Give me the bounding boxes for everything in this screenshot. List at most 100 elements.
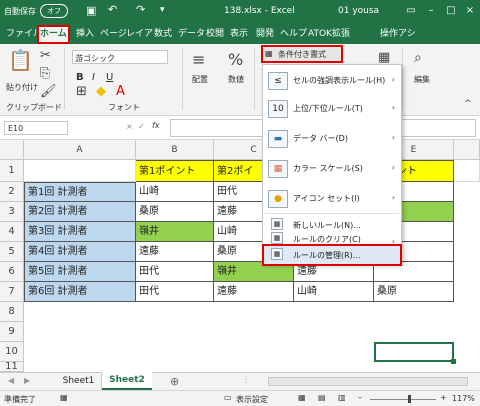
zoom-slider-thumb[interactable]: [408, 395, 411, 403]
cell-e7[interactable]: 桑原: [374, 282, 454, 302]
cell-a2[interactable]: 第1回 計測者: [24, 182, 136, 202]
enter-icon[interactable]: ✓: [138, 122, 145, 131]
cell-b2[interactable]: 山崎: [136, 182, 214, 202]
paste-label[interactable]: 貼り付け: [6, 82, 38, 93]
cell-b5[interactable]: 遠藤: [136, 242, 214, 262]
collapse-ribbon-icon[interactable]: ^: [464, 96, 472, 112]
tab-review[interactable]: 校閲: [204, 26, 226, 43]
cell-a7[interactable]: 第6回 計測者: [24, 282, 136, 302]
row-header-8[interactable]: 8: [0, 302, 24, 322]
fill-handle[interactable]: [451, 359, 456, 364]
autosave-toggle[interactable]: オフ: [40, 4, 68, 18]
row-header-6[interactable]: 6: [0, 262, 24, 282]
undo-icon[interactable]: ↶: [108, 3, 117, 16]
scroll-left-icon[interactable]: ◀: [8, 376, 14, 385]
cell-a3[interactable]: 第2回 計測者: [24, 202, 136, 222]
fx-icon[interactable]: fx: [152, 121, 160, 130]
tab-atok[interactable]: ATOK拡張: [306, 26, 352, 43]
cell-c7[interactable]: 遠藤: [214, 282, 294, 302]
menu-item-color-scales[interactable]: ▦ カラー スケール(S) ›: [263, 155, 401, 183]
italic-button[interactable]: I: [92, 72, 95, 83]
minimize-icon[interactable]: –: [424, 4, 438, 18]
align-icon[interactable]: ≡: [192, 52, 205, 68]
normal-view-icon[interactable]: ▦: [298, 393, 306, 402]
tab-view[interactable]: 表示: [228, 26, 250, 43]
bold-button[interactable]: B: [76, 72, 84, 83]
customize-qat-icon[interactable]: ▾: [160, 5, 165, 15]
tab-help[interactable]: ヘルプ: [278, 26, 309, 43]
user-name[interactable]: 01 yousa: [338, 6, 379, 16]
border-icon[interactable]: ⊞: [76, 84, 87, 100]
row-header-10[interactable]: 10: [0, 342, 24, 362]
zoom-in-icon[interactable]: +: [440, 393, 447, 402]
row-header-7[interactable]: 7: [0, 282, 24, 302]
cut-icon[interactable]: ✂: [40, 48, 51, 64]
tab-tell-me[interactable]: 操作アシ: [378, 26, 418, 43]
cell-b1[interactable]: 第1ポイント: [136, 160, 214, 182]
row-header-1[interactable]: 1: [0, 160, 24, 182]
row-header-9[interactable]: 9: [0, 322, 24, 342]
cell-a1[interactable]: [24, 160, 136, 182]
number-label[interactable]: 数値: [228, 74, 244, 85]
maximize-icon[interactable]: □: [444, 4, 458, 18]
search-icon[interactable]: ⌕: [414, 50, 422, 66]
zoom-slider[interactable]: [370, 399, 436, 400]
row-header-11[interactable]: 11: [0, 362, 24, 372]
tab-insert[interactable]: 挿入: [74, 26, 96, 43]
active-cell-e10[interactable]: [374, 342, 454, 362]
row-header-2[interactable]: 2: [0, 182, 24, 202]
cell-b6[interactable]: 田代: [136, 262, 214, 282]
row-header-4[interactable]: 4: [0, 222, 24, 242]
cancel-icon[interactable]: ×: [126, 122, 133, 131]
name-box[interactable]: E10: [4, 121, 68, 135]
tab-home[interactable]: ホーム: [37, 25, 70, 44]
tab-data[interactable]: データ: [176, 26, 207, 43]
paste-icon[interactable]: 📋: [8, 50, 33, 78]
zoom-out-icon[interactable]: –: [358, 393, 362, 402]
format-painter-icon[interactable]: 🖌: [40, 84, 57, 100]
percent-icon[interactable]: %: [228, 52, 243, 68]
tab-developer[interactable]: 開発: [254, 26, 276, 43]
ribbon-display-icon[interactable]: ▭: [404, 4, 418, 18]
cell-a6[interactable]: 第5回 計測者: [24, 262, 136, 282]
page-break-icon[interactable]: ▥: [338, 393, 346, 402]
cell-b7[interactable]: 田代: [136, 282, 214, 302]
menu-item-manage-rules[interactable]: ▦ ルールの管理(R)...: [262, 244, 402, 266]
font-name-box[interactable]: 游ゴシック: [72, 50, 168, 64]
select-all-corner[interactable]: [0, 140, 24, 160]
font-color-icon[interactable]: A: [116, 84, 125, 100]
cell-d7[interactable]: 山崎: [294, 282, 374, 302]
conditional-formatting-button[interactable]: ▦ 条件付き書式: [261, 45, 343, 63]
more-icon[interactable]: ⋮: [242, 375, 250, 384]
menu-item-data-bars[interactable]: ▬ データ バー(D) ›: [263, 125, 401, 153]
underline-button[interactable]: U: [106, 72, 113, 83]
macro-record-icon[interactable]: ▦: [60, 393, 68, 402]
col-header-f[interactable]: [454, 140, 480, 160]
menu-item-highlight-rules[interactable]: ≤ セルの強調表示ルール(H) ›: [263, 67, 401, 95]
redo-icon[interactable]: ↷: [136, 3, 145, 16]
cell-e6[interactable]: [374, 262, 454, 282]
copy-icon[interactable]: ⎘: [40, 66, 50, 82]
sheet-tab-sheet1[interactable]: Sheet1: [56, 373, 102, 390]
zoom-level[interactable]: 117%: [452, 394, 475, 403]
col-header-a[interactable]: A: [24, 140, 136, 160]
save-icon[interactable]: ▣: [86, 4, 96, 17]
cell-a5[interactable]: 第4回 計測者: [24, 242, 136, 262]
cell-d6[interactable]: 遠藤: [294, 262, 374, 282]
scroll-right-icon[interactable]: ▶: [24, 376, 30, 385]
cell-c6[interactable]: 嶺井: [214, 262, 294, 282]
menu-item-icon-sets[interactable]: ● アイコン セット(I) ›: [263, 185, 401, 213]
add-sheet-icon[interactable]: ⊕: [170, 375, 179, 388]
tab-formulas[interactable]: 数式: [152, 26, 174, 43]
align-label[interactable]: 配置: [192, 74, 208, 85]
display-settings-icon[interactable]: ▭: [224, 393, 232, 402]
tab-layout[interactable]: レイア: [124, 26, 155, 43]
row-header-3[interactable]: 3: [0, 202, 24, 222]
cell-b4[interactable]: 嶺井: [136, 222, 214, 242]
horizontal-scrollbar[interactable]: [268, 377, 468, 386]
col-header-b[interactable]: B: [136, 140, 214, 160]
cell-f1[interactable]: [454, 160, 480, 182]
cell-b3[interactable]: 桑原: [136, 202, 214, 222]
page-layout-icon[interactable]: ▤: [318, 393, 326, 402]
menu-item-top-bottom-rules[interactable]: 10 上位/下位ルール(T) ›: [263, 95, 401, 123]
